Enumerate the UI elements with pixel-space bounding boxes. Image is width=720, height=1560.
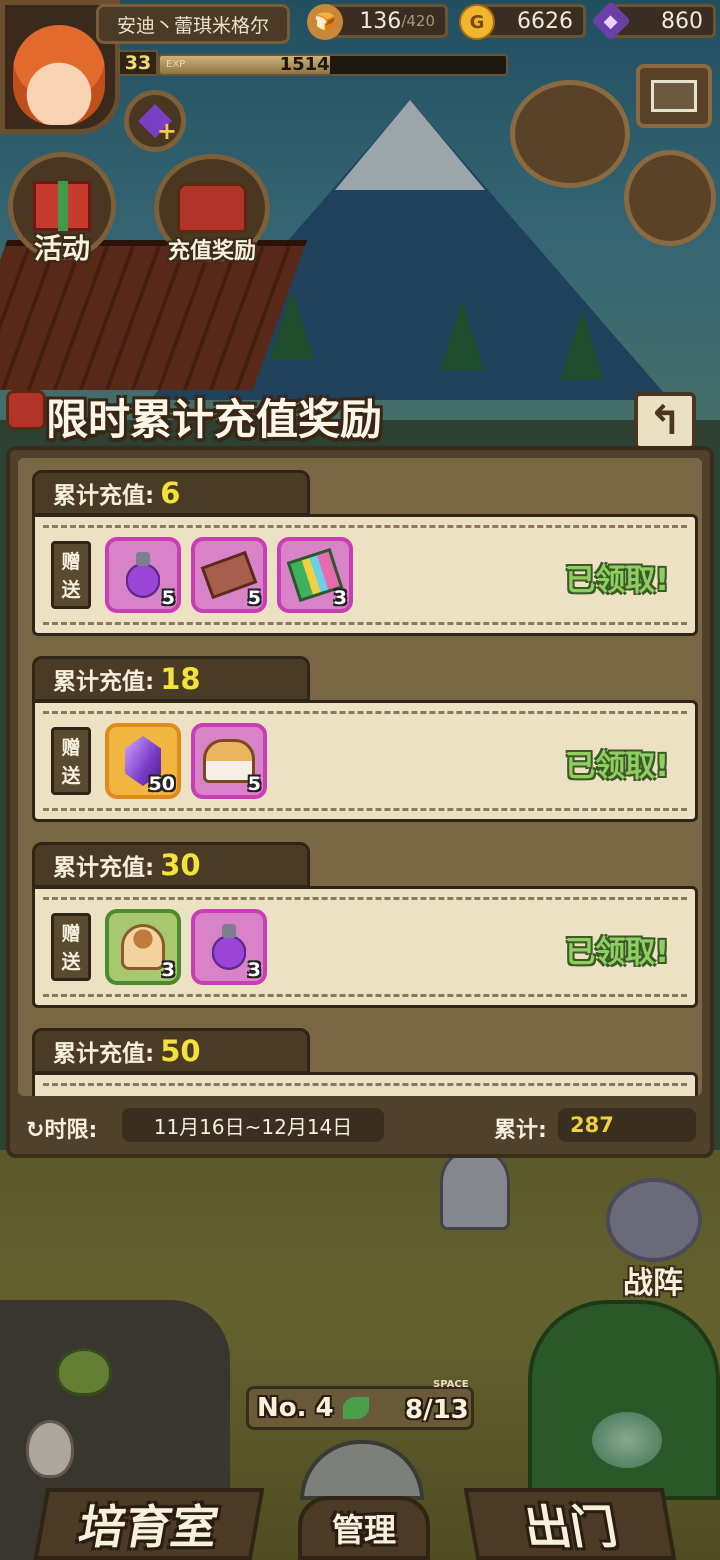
claimed-status: 已领取! [565, 563, 669, 598]
gold-value: 6626 [517, 8, 573, 34]
time-limit-label: ↻时限: [26, 1118, 98, 1143]
reward-item-pudding[interactable]: 3 [105, 909, 181, 985]
claimed-status: 已领取! [565, 749, 669, 784]
reward-panel: 累计充值: 6 赠送 5 5 3 已领取! 累计充值: 18 赠送 50 5 已… [6, 446, 714, 1158]
nav-go-out[interactable]: 出门 [463, 1488, 677, 1560]
reward-item-purple-potion[interactable]: 5 [105, 537, 181, 613]
envelope-icon [651, 80, 697, 112]
gem-value: 860 [661, 8, 703, 34]
reward-item-rainbow-book[interactable]: 3 [277, 537, 353, 613]
tier-label: 累计充值: [53, 855, 155, 881]
item-count: 3 [333, 587, 347, 609]
gift-box-icon [33, 181, 91, 231]
total-value: 287 [558, 1108, 696, 1142]
quest-scroll-button[interactable] [510, 80, 630, 188]
nav-manage[interactable]: 管理 [298, 1496, 430, 1560]
tier-header: 累计充值: 30 [32, 842, 310, 888]
tier-header: 累计充值: 18 [32, 656, 310, 702]
bottom-nav: 培育室 管理 出门 [0, 1488, 720, 1560]
reward-list[interactable]: 累计充值: 6 赠送 5 5 3 已领取! 累计充值: 18 赠送 50 5 已… [18, 458, 702, 1096]
pudding-icon [121, 924, 165, 970]
tier-header: 累计充值: 50 [32, 1028, 310, 1074]
recharge-reward-button[interactable]: 充值奖励 [154, 154, 270, 264]
gold-counter[interactable]: G 6626 [459, 4, 586, 40]
activity-label: 活动 [33, 232, 90, 265]
item-count: 5 [247, 587, 261, 609]
refresh-icon: ↻ [26, 1118, 45, 1143]
treasure-chest-icon [6, 390, 46, 430]
reward-tier: 累计充值: 50 [32, 1028, 698, 1096]
floor-indicator: No. 4 SPACE 8/13 [246, 1379, 474, 1430]
reward-item-bread-basket[interactable]: 5 [191, 723, 267, 799]
item-count: 5 [247, 773, 261, 795]
formation-icon [606, 1178, 702, 1262]
gem-counter[interactable]: ◆ 860 [591, 1, 716, 41]
stamina-max: /420 [401, 12, 435, 30]
item-count: 50 [148, 773, 175, 795]
panel-title: 限时累计充值奖励 [46, 395, 383, 444]
item-count: 3 [247, 959, 261, 981]
plus-icon: + [156, 117, 177, 145]
gift-tag: 赠送 [51, 727, 91, 795]
nav-go-out-label: 出门 [519, 1500, 622, 1554]
gift-tag: 赠送 [51, 913, 91, 981]
exp-bar: EXP 1514/3092 [158, 54, 508, 76]
nav-breeding-room[interactable]: 培育室 [33, 1488, 265, 1560]
exp-value: 1514/3092 [279, 54, 387, 75]
reward-tier: 累计充值: 30 赠送 3 3 已领取! [32, 842, 698, 1012]
purple-potion-icon [212, 924, 246, 970]
tier-body [32, 1072, 698, 1096]
leaf-icon [343, 1397, 369, 1419]
time-range: 11月16日~12月14日 [122, 1108, 384, 1142]
tier-header: 累计充值: 6 [32, 470, 310, 516]
tier-body: 赠送 5 5 3 已领取! [32, 514, 698, 636]
reward-item-purple-gem[interactable]: 50 [105, 723, 181, 799]
gift-tag: 赠送 [51, 541, 91, 609]
tier-amount: 30 [160, 848, 201, 882]
bag-button[interactable] [624, 150, 716, 246]
item-count: 3 [161, 959, 175, 981]
tier-label: 累计充值: [53, 483, 155, 509]
stamina-value: 136 [359, 8, 402, 34]
tier-label: 累计充值: [53, 1041, 155, 1067]
nav-manage-label: 管理 [331, 1511, 396, 1549]
buy-gems-button[interactable]: + [124, 90, 186, 152]
panel-footer: ↻时限: 11月16日~12月14日 累计: 287 [10, 1100, 710, 1154]
tier-amount: 6 [160, 476, 181, 510]
player-name: 安迪丶蕾琪米格尔 [96, 4, 290, 44]
formation-label: 战阵 [623, 1266, 683, 1301]
item-count: 5 [161, 587, 175, 609]
treasure-chest-icon [177, 183, 247, 233]
formation-button[interactable]: 战阵 [592, 1178, 714, 1301]
stamina-counter[interactable]: 🍞 136 /420 [307, 4, 448, 40]
back-button[interactable]: ↰ [634, 392, 696, 450]
space-value: 8/13 [405, 1395, 469, 1425]
reward-item-purple-potion[interactable]: 3 [191, 909, 267, 985]
recharge-reward-label: 充值奖励 [167, 239, 256, 264]
tier-amount: 50 [160, 1034, 201, 1068]
nav-breeding-room-label: 培育室 [74, 1500, 223, 1554]
gold-coin-icon: G [459, 4, 495, 40]
claimed-status: 已领取! [565, 935, 669, 970]
avatar-face [13, 25, 105, 125]
floor-number: No. 4 [257, 1393, 334, 1423]
total-label: 累计: [494, 1118, 547, 1143]
reward-item-ticket[interactable]: 5 [191, 537, 267, 613]
tier-amount: 18 [160, 662, 201, 696]
reward-tier: 累计充值: 18 赠送 50 5 已领取! [32, 656, 698, 826]
purple-potion-icon [126, 552, 160, 598]
back-arrow-icon: ↰ [648, 398, 682, 444]
panel-header: 限时累计充值奖励 [0, 382, 720, 446]
tier-body: 赠送 50 5 已领取! [32, 700, 698, 822]
tier-body: 赠送 3 3 已领取! [32, 886, 698, 1008]
bread-icon: 🍞 [307, 4, 343, 40]
space-label: SPACE [433, 1379, 469, 1390]
level-badge: 33 [118, 50, 158, 76]
tier-label: 累计充值: [53, 669, 155, 695]
reward-tier: 累计充值: 6 赠送 5 5 3 已领取! [32, 470, 698, 640]
mail-button[interactable] [636, 64, 712, 128]
activity-button[interactable]: 活动 [8, 152, 116, 265]
